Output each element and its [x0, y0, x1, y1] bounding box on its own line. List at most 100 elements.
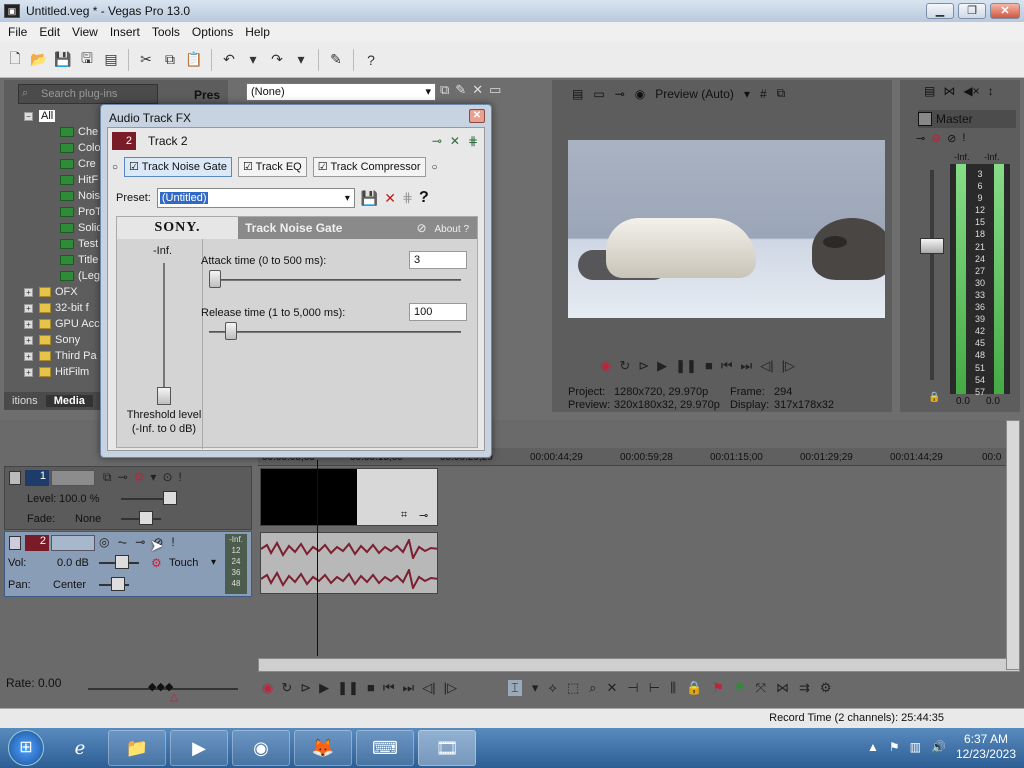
- go-to-end-icon[interactable]: ⏭: [403, 680, 415, 696]
- automation-mode[interactable]: Touch: [169, 557, 198, 569]
- attack-slider[interactable]: [209, 279, 461, 281]
- save-icon[interactable]: 💾: [52, 49, 74, 71]
- expand-icon[interactable]: +: [24, 303, 33, 313]
- master-automation-icon[interactable]: ⚙: [931, 132, 941, 145]
- dialog-close-button[interactable]: ✕: [469, 109, 485, 123]
- file-explorer-icon[interactable]: 📁: [108, 730, 166, 766]
- threshold-slider[interactable]: [163, 263, 165, 397]
- audio-event[interactable]: [260, 532, 438, 594]
- pan-slider-thumb[interactable]: [111, 577, 125, 591]
- menu-tools[interactable]: Tools: [146, 25, 186, 39]
- auto-crossfade-icon[interactable]: ⤧: [756, 680, 766, 696]
- track-collapse-icon[interactable]: [9, 471, 21, 485]
- lock-icon[interactable]: 🔒: [928, 392, 940, 403]
- loop-icon[interactable]: ↻: [619, 358, 630, 378]
- track-dropdown-icon[interactable]: ▾: [150, 470, 156, 485]
- track-fx-icon[interactable]: ⊸: [135, 535, 145, 550]
- threshold-slider-thumb[interactable]: [157, 387, 171, 405]
- undo-dropdown-icon[interactable]: ▾: [242, 49, 264, 71]
- overlays-icon[interactable]: #: [760, 87, 767, 101]
- master-mute-icon[interactable]: ⊘: [947, 132, 956, 145]
- track-name-field[interactable]: [51, 535, 95, 551]
- firefox-icon[interactable]: 🦊: [294, 730, 352, 766]
- release-slider[interactable]: [209, 331, 461, 333]
- tool-dropdown-icon[interactable]: ▾: [532, 680, 539, 696]
- zoom-tool-icon[interactable]: ⌕: [589, 680, 596, 696]
- preset-dropdown[interactable]: (Untitled) ▾: [156, 188, 355, 208]
- pause-icon[interactable]: ❚❚: [337, 680, 359, 696]
- crop-icon[interactable]: ⌗: [401, 509, 407, 522]
- master-fader-thumb[interactable]: [920, 238, 944, 254]
- collapse-icon[interactable]: −: [24, 111, 33, 121]
- solo-icon[interactable]: !: [179, 470, 182, 485]
- attack-slider-thumb[interactable]: [209, 270, 221, 288]
- snapping-icon[interactable]: ⋈: [776, 680, 789, 696]
- next-frame-icon[interactable]: |▷: [782, 358, 795, 378]
- master-solo-icon[interactable]: !: [962, 132, 965, 145]
- horizontal-scrollbar[interactable]: [258, 658, 1020, 672]
- delete-preset-icon[interactable]: ✕: [384, 190, 396, 207]
- loop-icon[interactable]: ↻: [281, 680, 292, 696]
- release-slider-thumb[interactable]: [225, 322, 237, 340]
- region-icon[interactable]: ⚑: [734, 680, 746, 696]
- split-icon[interactable]: ⫼: [670, 680, 676, 696]
- previous-frame-icon[interactable]: ◁|: [760, 358, 773, 378]
- close-button[interactable]: ✕: [990, 3, 1020, 19]
- attack-input[interactable]: 3: [409, 251, 467, 269]
- plugin-insert-icon[interactable]: ✎: [455, 82, 466, 104]
- plugin-search-input[interactable]: Search plug-ins: [18, 84, 158, 104]
- help-button[interactable]: ?: [419, 189, 429, 207]
- copy-snapshot-icon[interactable]: ⧉: [777, 86, 786, 101]
- media-player-icon[interactable]: ▶: [170, 730, 228, 766]
- dropdown-arrow-icon[interactable]: ▾: [211, 557, 216, 568]
- minimize-button[interactable]: ▁: [926, 3, 954, 19]
- delete-icon[interactable]: ✕: [607, 680, 618, 696]
- mute-icon[interactable]: ◀×: [963, 84, 979, 98]
- save-as-icon[interactable]: 🖫: [76, 49, 98, 71]
- tab-transitions[interactable]: itions: [4, 395, 46, 407]
- undo-icon[interactable]: ↶: [218, 49, 240, 71]
- vegas-app-icon[interactable]: ▣: [4, 4, 20, 18]
- record-icon[interactable]: ◉: [600, 358, 611, 378]
- fade-value[interactable]: None: [75, 513, 101, 525]
- redo-dropdown-icon[interactable]: ▾: [290, 49, 312, 71]
- new-icon[interactable]: 🗋: [4, 49, 26, 71]
- maximize-button[interactable]: ❐: [958, 3, 986, 19]
- about-button[interactable]: ⊘ About ?: [416, 221, 469, 235]
- cut-icon[interactable]: ✂: [135, 49, 157, 71]
- menu-view[interactable]: View: [66, 25, 104, 39]
- split-screen-icon[interactable]: ◉: [635, 87, 645, 101]
- normal-edit-tool-icon[interactable]: ⌶: [508, 680, 522, 696]
- play-from-start-icon[interactable]: ⊳: [300, 680, 311, 696]
- marker-icon[interactable]: ⚑: [712, 680, 724, 696]
- volume-slider-thumb[interactable]: [115, 555, 129, 569]
- auto-ripple-icon[interactable]: ⇉: [799, 680, 810, 696]
- menu-help[interactable]: Help: [239, 25, 276, 39]
- track-motion-icon[interactable]: ⊙: [162, 470, 172, 485]
- stop-icon[interactable]: ■: [705, 358, 713, 378]
- plugin-chain-icon[interactable]: ⧉: [440, 82, 449, 104]
- open-icon[interactable]: 📂: [28, 49, 50, 71]
- expand-icon[interactable]: +: [24, 335, 33, 345]
- redo-icon[interactable]: ↷: [266, 49, 288, 71]
- vegas-pro-icon[interactable]: 🎞: [418, 730, 476, 766]
- plugin-chooser-icon[interactable]: ⋕: [468, 134, 478, 148]
- expand-icon[interactable]: +: [24, 351, 33, 361]
- properties-icon[interactable]: ▤: [100, 49, 122, 71]
- compositing-mode-icon[interactable]: ⧉: [103, 470, 112, 485]
- copy-icon[interactable]: ⧉: [159, 49, 181, 71]
- playhead-cursor[interactable]: [317, 460, 318, 656]
- lock-event-icon[interactable]: 🔒: [686, 680, 702, 696]
- fx-chain-eq[interactable]: ☑ Track EQ: [237, 157, 307, 177]
- menu-file[interactable]: File: [2, 25, 33, 39]
- track-fx-icon[interactable]: ⊸: [118, 470, 128, 485]
- release-input[interactable]: 100: [409, 303, 467, 321]
- fade-slider-thumb[interactable]: [139, 511, 153, 525]
- stop-icon[interactable]: ■: [367, 680, 375, 696]
- clock[interactable]: 6:37 AM 12/23/2023: [956, 732, 1016, 762]
- play-icon[interactable]: ▶: [319, 680, 329, 696]
- preview-fx-icon[interactable]: ⊸: [615, 87, 625, 101]
- keyboard-app-icon[interactable]: ⌨: [356, 730, 414, 766]
- selection-tool-icon[interactable]: ⬚: [567, 680, 579, 696]
- expand-icon[interactable]: +: [24, 367, 33, 377]
